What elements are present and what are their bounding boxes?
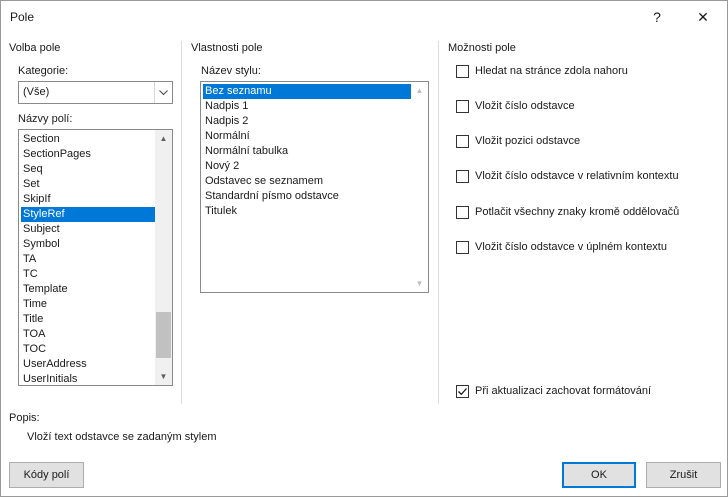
- field-list-item[interactable]: Template: [21, 282, 155, 297]
- style-list-item[interactable]: Nový 2: [203, 159, 411, 174]
- field-names-label: Názvy polí:: [18, 113, 73, 125]
- field-properties-title: Vlastnosti pole: [191, 42, 263, 54]
- checkbox-box[interactable]: [456, 64, 469, 78]
- option-label: Vložit číslo odstavce v úplném kontextu: [475, 241, 667, 253]
- option-label: Potlačit všechny znaky kromě oddělovačů: [475, 206, 680, 218]
- style-name-label: Název stylu:: [201, 65, 261, 77]
- field-list-item[interactable]: StyleRef: [21, 207, 155, 222]
- style-list-item[interactable]: Normální: [203, 129, 411, 144]
- section-divider-right: [438, 41, 439, 404]
- section-divider-left: [181, 41, 182, 404]
- field-list-item[interactable]: TOA: [21, 327, 155, 342]
- field-list-item[interactable]: SectionPages: [21, 147, 155, 162]
- field-list-item[interactable]: Symbol: [21, 237, 155, 252]
- field-list-item[interactable]: TOC: [21, 342, 155, 357]
- field-list-item[interactable]: Seq: [21, 162, 155, 177]
- description-label: Popis:: [9, 412, 40, 424]
- field-list-item[interactable]: Title: [21, 312, 155, 327]
- option-checkbox[interactable]: Vložit číslo odstavce: [456, 98, 575, 114]
- option-checkbox[interactable]: Vložit číslo odstavce v úplném kontextu: [456, 239, 667, 255]
- cancel-button[interactable]: Zrušit: [646, 462, 721, 488]
- option-label: Vložit číslo odstavce v relativním konte…: [475, 170, 679, 182]
- style-list-scrollbar[interactable]: ▲ ▼: [411, 82, 428, 292]
- title-bar: Pole ? ✕: [1, 1, 727, 33]
- cancel-label: Zrušit: [669, 469, 698, 481]
- dialog-title: Pole: [10, 10, 35, 24]
- checkbox-box[interactable]: [456, 99, 469, 113]
- preserve-formatting-label: Při aktualizaci zachovat formátování: [475, 385, 652, 397]
- scroll-down-icon[interactable]: ▼: [155, 368, 172, 385]
- preserve-formatting-checkbox[interactable]: Při aktualizaci zachovat formátování: [456, 383, 651, 399]
- field-codes-button[interactable]: Kódy polí: [9, 462, 84, 488]
- checkbox-box[interactable]: [456, 240, 469, 254]
- scroll-up-icon[interactable]: ▲: [411, 82, 428, 99]
- style-list-item[interactable]: Bez seznamu: [203, 84, 411, 99]
- option-checkbox[interactable]: Vložit číslo odstavce v relativním konte…: [456, 168, 679, 184]
- scroll-thumb[interactable]: [156, 312, 171, 358]
- field-list-scrollbar[interactable]: ▲ ▼: [155, 130, 172, 385]
- option-label: Vložit číslo odstavce: [475, 100, 575, 112]
- field-options-title: Možnosti pole: [448, 42, 516, 54]
- field-codes-label: Kódy polí: [23, 469, 70, 481]
- category-label: Kategorie:: [18, 65, 69, 77]
- field-list-item[interactable]: TC: [21, 267, 155, 282]
- ok-label: OK: [591, 469, 607, 481]
- checkbox-box[interactable]: [456, 169, 469, 183]
- checkbox-box[interactable]: [456, 205, 469, 219]
- style-list-item[interactable]: Titulek: [203, 204, 411, 219]
- field-choice-title: Volba pole: [9, 42, 61, 54]
- category-select[interactable]: (Vše): [18, 81, 173, 104]
- chevron-down-icon[interactable]: [154, 82, 172, 103]
- field-list-item[interactable]: UserAddress: [21, 357, 155, 372]
- close-button[interactable]: ✕: [681, 1, 725, 33]
- option-label: Hledat na stránce zdola nahoru: [475, 65, 628, 77]
- checkbox-box[interactable]: [456, 134, 469, 148]
- ok-button[interactable]: OK: [562, 462, 636, 488]
- help-icon: ?: [653, 9, 661, 25]
- field-list-item[interactable]: Time: [21, 297, 155, 312]
- field-list-item[interactable]: UserInitials: [21, 372, 155, 385]
- help-button[interactable]: ?: [635, 1, 679, 33]
- field-list-item[interactable]: Subject: [21, 222, 155, 237]
- description-text: Vloží text odstavce se zadaným stylem: [27, 431, 217, 443]
- option-checkbox[interactable]: Vložit pozici odstavce: [456, 133, 580, 149]
- option-checkbox[interactable]: Potlačit všechny znaky kromě oddělovačů: [456, 204, 679, 220]
- field-names-list[interactable]: Section SectionPages Seq Set SkipIf StyleRef S…: [18, 129, 173, 386]
- style-list-item[interactable]: Standardní písmo odstavce: [203, 189, 411, 204]
- field-list-item[interactable]: Section: [21, 132, 155, 147]
- style-list-item[interactable]: Nadpis 1: [203, 99, 411, 114]
- field-dialog: Pole ? ✕ Volba pole Kategorie: (Vše) Náz…: [0, 0, 728, 497]
- close-icon: ✕: [697, 8, 709, 25]
- style-list-item[interactable]: Nadpis 2: [203, 114, 411, 129]
- style-names-list[interactable]: Bez seznamu Nadpis 1 Nadpis 2 Normální Normá…: [200, 81, 429, 293]
- field-list-item[interactable]: TA: [21, 252, 155, 267]
- option-label: Vložit pozici odstavce: [475, 135, 581, 147]
- option-checkbox[interactable]: Hledat na stránce zdola nahoru: [456, 63, 628, 79]
- scroll-down-icon[interactable]: ▼: [411, 275, 428, 292]
- category-value: (Vše): [23, 86, 50, 98]
- style-list-item[interactable]: Normální tabulka: [203, 144, 411, 159]
- scroll-up-icon[interactable]: ▲: [155, 130, 172, 147]
- style-list-item[interactable]: Odstavec se seznamem: [203, 174, 411, 189]
- field-list-item[interactable]: SkipIf: [21, 192, 155, 207]
- checkbox-box[interactable]: [456, 384, 469, 398]
- field-list-item[interactable]: Set: [21, 177, 155, 192]
